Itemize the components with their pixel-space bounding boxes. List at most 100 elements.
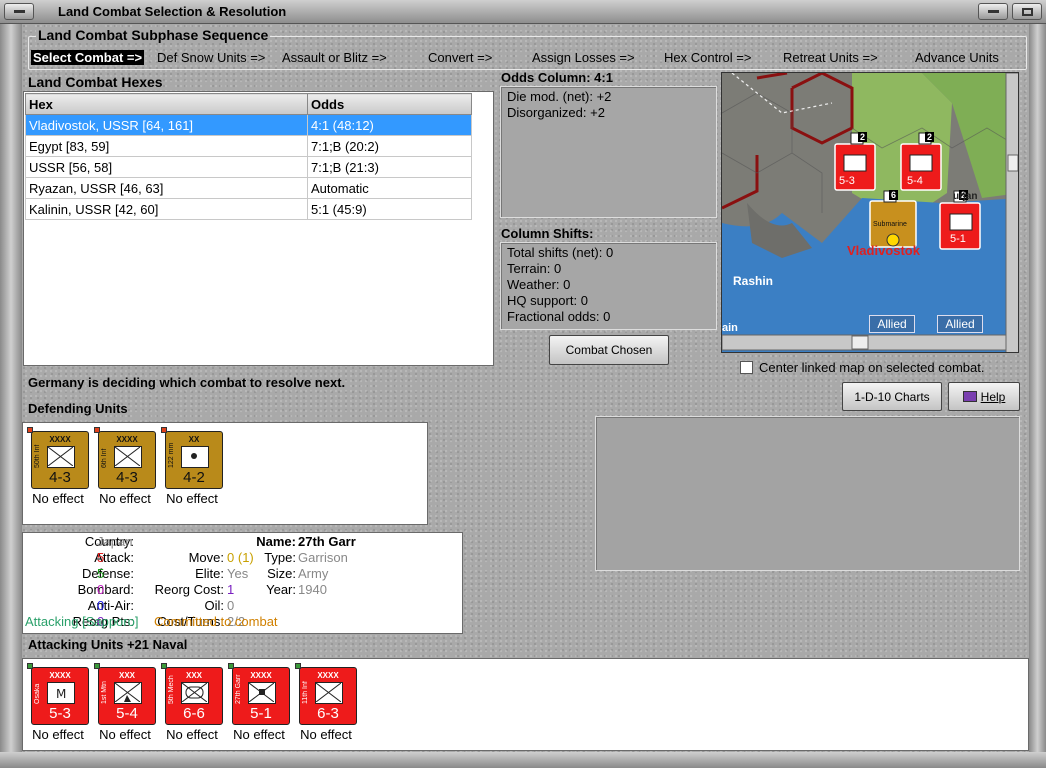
allied-label: Allied: [937, 315, 983, 333]
mechanized-icon: [181, 682, 209, 704]
artillery-icon: [181, 446, 209, 468]
status-indicator: [161, 663, 167, 669]
details-values-col3: 27th Garr Garrison Army 1940: [298, 534, 356, 598]
reorg-cost-label: Reorg Cost:: [154, 582, 224, 597]
phase-retreat-units: Retreat Units =>: [783, 50, 878, 65]
status-indicator: [94, 663, 100, 669]
shift-line: Fractional odds: 0: [507, 309, 611, 324]
attacking-unit-counter[interactable]: 27th Garr XXXX 5-1: [228, 663, 290, 725]
attacking-unit-counter[interactable]: 11th Inf XXXX 6-3: [295, 663, 357, 725]
linked-map[interactable]: 2 2 6 2 5-3 5-4 Submarine 5-1 Vladivosto…: [721, 72, 1019, 353]
stack-strength: 5-3: [839, 175, 855, 187]
status-indicator: [295, 663, 301, 669]
window-title: Land Combat Selection & Resolution: [58, 4, 287, 19]
type-value: Garrison: [298, 550, 348, 565]
infantry-icon: [315, 682, 343, 704]
subphase-title: Land Combat Subphase Sequence: [36, 27, 271, 43]
odds-panel: Die mod. (net): +2 Disorganized: +2: [500, 86, 717, 218]
unit-effect: No effect: [99, 491, 151, 506]
status-indicator: [94, 427, 100, 433]
hex-cell: Kalinin, USSR [42, 60]: [25, 198, 308, 220]
name-label: Name:: [256, 534, 296, 549]
unit-size: XXXX: [49, 671, 71, 680]
hexes-title: Land Combat Hexes: [28, 74, 163, 90]
garrison-icon: [248, 682, 276, 704]
combat-chosen-button[interactable]: Combat Chosen: [549, 335, 669, 365]
hex-cell: Ryazan, USSR [46, 63]: [25, 177, 308, 199]
allied-label: Allied: [869, 315, 915, 333]
restore-button[interactable]: [1012, 3, 1042, 20]
hex-cell: Egypt [83, 59]: [25, 135, 308, 157]
oil-value: 0: [227, 598, 235, 613]
move-value: 0: [227, 550, 235, 565]
oil-label: Oil:: [204, 598, 225, 613]
defending-unit-counter[interactable]: 6th Inf XXXX 4-3: [94, 427, 156, 489]
unit-effect: No effect: [300, 727, 352, 742]
hex-cell: Vladivostok, USSR [64, 161]: [25, 114, 308, 136]
table-row[interactable]: Ryazan, USSR [46, 63] Automatic: [25, 177, 472, 199]
unit-strength: 5-4: [116, 705, 138, 722]
map-place-label: ain: [722, 322, 738, 334]
unit-strength: 5-3: [49, 705, 71, 722]
help-label: Help: [980, 390, 1006, 404]
unit-strength: 4-2: [183, 469, 205, 486]
defending-unit-counter[interactable]: 50th Inf XXXX 4-3: [27, 427, 89, 489]
details-labels-col3: Name: Type: Size: Year:: [240, 534, 296, 598]
unit-effect: No effect: [32, 491, 84, 506]
status-indicator: [228, 663, 234, 669]
odds-cell: Automatic: [307, 177, 472, 199]
center-map-label: Center linked map on selected combat.: [759, 360, 985, 375]
attacking-unit-counter[interactable]: 5th Mech XXX 6-6: [161, 663, 223, 725]
unit-strength: 6-3: [317, 705, 339, 722]
attacking-unit-counter[interactable]: Osaka XXXX M 5-3: [27, 663, 89, 725]
unit-strength: 6-6: [183, 705, 205, 722]
help-button[interactable]: Help: [948, 382, 1020, 411]
year-label: Year:: [266, 582, 296, 597]
hex-cell: USSR [56, 58]: [25, 156, 308, 178]
shift-line: Total shifts (net): 0: [507, 245, 614, 260]
attacking-unit-counter[interactable]: 1st Mtn XXX 5-4: [94, 663, 156, 725]
center-map-checkbox[interactable]: [740, 361, 753, 374]
status-indicator: [161, 427, 167, 433]
help-book-icon: [962, 391, 977, 402]
table-row[interactable]: Egypt [83, 59] 7:1;B (20:2): [25, 135, 472, 157]
minimize-button[interactable]: [978, 3, 1008, 20]
column-header-hex[interactable]: Hex: [25, 93, 308, 115]
unit-strength: 5-1: [250, 705, 272, 722]
odds-line: Die mod. (net): +2: [507, 89, 612, 104]
unit-size: XXXX: [116, 435, 138, 444]
combat-result-panel: [595, 416, 1020, 571]
shift-line: Terrain: 0: [507, 261, 562, 276]
window-frame-bottom: [0, 752, 1046, 768]
unit-effect: No effect: [233, 727, 285, 742]
type-label: Type:: [264, 550, 296, 565]
window-frame-right: [1029, 24, 1046, 768]
move-label: Move:: [188, 550, 224, 565]
defending-unit-counter[interactable]: 122 mm XX 4-2: [161, 427, 223, 489]
phase-advance-units: Advance Units: [915, 50, 999, 65]
unit-effect: No effect: [166, 491, 218, 506]
odds-cell: 7:1;B (20:2): [307, 135, 472, 157]
elite-label: Elite:: [195, 566, 224, 581]
stack-strength: 5-1: [950, 233, 966, 245]
phase-convert: Convert =>: [428, 50, 493, 65]
phase-assault-blitz: Assault or Blitz =>: [282, 50, 387, 65]
defending-title: Defending Units: [28, 401, 128, 416]
unit-size: XXXX: [49, 435, 71, 444]
table-row[interactable]: Kalinin, USSR [42, 60] 5:1 (45:9): [25, 198, 472, 220]
table-row[interactable]: USSR [56, 58] 7:1;B (21:3): [25, 156, 472, 178]
column-header-odds[interactable]: Odds: [307, 93, 472, 115]
shift-line: Weather: 0: [507, 277, 571, 292]
window-menu-button[interactable]: [4, 3, 34, 20]
window-frame-left: [0, 24, 22, 768]
unit-size: XXX: [185, 671, 202, 680]
status-indicator: [27, 427, 33, 433]
mountain-infantry-icon: M: [47, 682, 75, 704]
charts-button[interactable]: 1-D-10 Charts: [842, 382, 942, 411]
map-svg: [722, 73, 1018, 352]
attacking-title: Attacking Units +21 Naval: [28, 637, 188, 652]
unit-size: XXXX: [250, 671, 272, 680]
table-row[interactable]: Vladivostok, USSR [64, 161] 4:1 (48:12): [25, 114, 472, 136]
phase-def-snow: Def Snow Units =>: [157, 50, 266, 65]
hexes-table: Hex Odds Vladivostok, USSR [64, 161] 4:1 …: [25, 93, 472, 220]
